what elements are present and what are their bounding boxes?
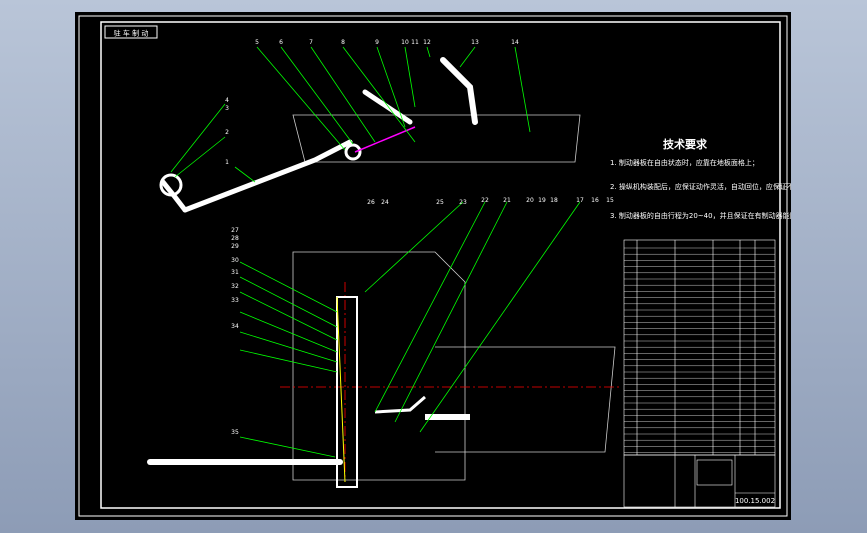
drawing-canvas: 驻 车 制 动 技术要求 1. 制动器板在自由状态时，应靠在地板面格上； 2. … [75, 12, 791, 520]
callout-6: 6 [279, 39, 283, 46]
callout-31: 31 [231, 269, 239, 276]
callout-5: 5 [255, 39, 259, 46]
callout-18: 18 [550, 197, 558, 204]
callout-11: 11 [411, 39, 419, 46]
floor-panel-top [292, 114, 581, 163]
cad-drawing: 驻 车 制 动 技术要求 1. 制动器板在自由状态时，应靠在地板面格上； 2. … [78, 15, 791, 517]
callout-23: 23 [459, 199, 467, 206]
parts-list-rows [624, 247, 775, 453]
callout-35: 35 [231, 429, 239, 436]
callout-4: 4 [225, 97, 229, 104]
callout-12: 12 [423, 39, 431, 46]
callout-32: 32 [231, 283, 239, 290]
pedal-arm [362, 89, 413, 125]
lower-panel [292, 251, 466, 481]
callout-17: 17 [576, 197, 584, 204]
tech-title: 技术要求 [663, 137, 708, 151]
floor-panel-bottom [435, 346, 616, 453]
callout-33: 33 [231, 297, 239, 304]
callout-10: 10 [401, 39, 409, 46]
callout-14: 14 [511, 39, 519, 46]
leaders-bottom [239, 201, 581, 458]
callout-28: 28 [231, 235, 239, 242]
lever-arm [182, 139, 353, 213]
drawing-number: 100.15.002 [735, 497, 775, 505]
parts-list [623, 239, 776, 456]
callout-8: 8 [341, 39, 345, 46]
return-link [374, 395, 426, 414]
callout-25: 25 [436, 199, 444, 206]
callout-7: 7 [309, 39, 313, 46]
pivot-right [344, 143, 362, 161]
hatch-line [336, 296, 346, 483]
callout-19: 19 [538, 197, 546, 204]
callout-34: 34 [231, 323, 239, 330]
callout-27: 27 [231, 227, 239, 234]
callout-20: 20 [526, 197, 534, 204]
callout-2: 2 [225, 129, 229, 136]
callout-1: 1 [225, 159, 229, 166]
callout-30: 30 [231, 257, 239, 264]
callout-24: 24 [381, 199, 389, 206]
callout-9: 9 [375, 39, 379, 46]
callout-21: 21 [503, 197, 511, 204]
callout-16: 16 [591, 197, 599, 204]
pedal-shaft [336, 296, 358, 488]
callout-13: 13 [471, 39, 479, 46]
title-tag-text: 驻 车 制 动 [114, 29, 149, 38]
hand-lever [440, 57, 478, 125]
tech-item-1: 1. 制动器板在自由状态时，应靠在地板面格上； [610, 158, 759, 167]
callout-26: 26 [367, 199, 375, 206]
callout-3: 3 [225, 105, 229, 112]
inner-border [100, 21, 781, 509]
callout-22: 22 [481, 197, 489, 204]
callout-29: 29 [231, 243, 239, 250]
outer-border [78, 15, 788, 517]
tech-item-3: 3. 制动器板的自由行程为20~40，并且保证在有制动器能同时制动 [610, 211, 791, 220]
callout-15: 15 [606, 197, 614, 204]
tech-item-2: 2. 操纵机构装配后，应保证动作灵活，自动回位，应保证不与其它机构相互干涉； [610, 182, 791, 191]
